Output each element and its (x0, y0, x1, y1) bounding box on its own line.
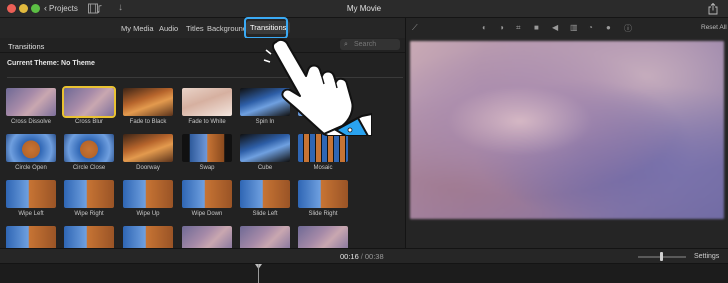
settings-button[interactable]: Settings (694, 253, 719, 260)
share-icon[interactable] (708, 3, 718, 15)
transition-label: Cube (257, 165, 273, 171)
transition-item[interactable]: Fade to White (182, 88, 232, 126)
transition-label: Slide Right (308, 211, 338, 217)
transition-label: Wipe Down (191, 211, 223, 217)
transition-item[interactable]: Doorway (123, 134, 173, 172)
transition-label: Fade to Black (129, 119, 167, 125)
transition-label: Slide Left (252, 211, 278, 217)
transition-item[interactable]: Circle Open (6, 134, 56, 172)
crop-icon[interactable]: ⌗ (516, 23, 521, 33)
transition-label: Circle Open (15, 165, 47, 171)
current-time: 00:16 (340, 252, 359, 261)
transition-thumbnail[interactable] (182, 88, 232, 116)
zoom-slider-knob[interactable] (660, 252, 663, 261)
stabilization-icon[interactable]: ■ (534, 23, 539, 32)
tab-titles[interactable]: Titles (186, 24, 204, 33)
transition-label: Doorway (136, 165, 160, 171)
transition-label: Wipe Left (18, 211, 44, 217)
transition-thumbnail[interactable] (123, 88, 173, 116)
transition-item[interactable]: Circle Close (64, 134, 114, 172)
total-time: 00:38 (364, 252, 384, 261)
timeline[interactable] (0, 264, 728, 283)
pointing-hand-icon (263, 38, 372, 136)
transition-item[interactable]: Wipe Right (64, 180, 114, 218)
tab-audio[interactable]: Audio (159, 24, 178, 33)
playhead[interactable] (258, 264, 259, 283)
transition-label: Wipe Right (74, 211, 104, 217)
transition-thumbnail[interactable] (62, 86, 116, 118)
tab-my-media[interactable]: My Media (121, 24, 154, 33)
transition-item[interactable]: Wipe Up (123, 180, 173, 218)
transition-label: Cross Blur (74, 119, 103, 125)
transition-item[interactable]: Cross Dissolve (6, 88, 56, 126)
browser-tab-bar: My Media Audio Titles Backgrounds Transi… (0, 18, 405, 38)
transition-thumbnail[interactable] (64, 134, 114, 162)
transition-thumbnail[interactable] (6, 134, 56, 162)
transition-thumbnail[interactable] (182, 134, 232, 162)
transition-thumbnail[interactable] (240, 134, 290, 162)
transition-thumbnail[interactable] (298, 134, 348, 162)
panel-title: Transitions (8, 42, 45, 51)
transition-label: Cross Dissolve (10, 119, 51, 125)
transition-item[interactable]: Slide Left (240, 180, 290, 218)
playback-bar: 00:16/00:38 Settings (0, 248, 728, 264)
transition-label: Swap (199, 165, 215, 171)
transition-thumbnail[interactable] (6, 88, 56, 116)
reset-all-button[interactable]: Reset All (701, 24, 727, 31)
transition-item[interactable]: Mosaic (298, 134, 348, 172)
transition-label: Fade to White (188, 119, 226, 125)
transition-thumbnail[interactable] (298, 180, 348, 208)
magic-wand-icon[interactable]: ⟋ (412, 23, 418, 33)
transition-item[interactable]: Fade to Black (123, 88, 173, 126)
volume-icon[interactable]: ◀ (552, 23, 558, 32)
info-icon[interactable]: ⓘ (624, 23, 632, 34)
time-separator: / (360, 252, 363, 261)
transition-label: Wipe Up (136, 211, 160, 217)
current-theme-label: Current Theme: No Theme (7, 60, 95, 67)
clip-filter-icon[interactable]: ● (606, 23, 611, 32)
transition-thumbnail[interactable] (123, 180, 173, 208)
title-bar: ‹ Projects ↓ My Movie (0, 0, 728, 18)
transition-thumbnail[interactable] (123, 134, 173, 162)
color-balance-icon[interactable]: ◐ (482, 23, 487, 32)
transition-item[interactable]: Swap (182, 134, 232, 172)
transition-item[interactable]: Wipe Left (6, 180, 56, 218)
video-preview (410, 41, 724, 219)
transition-item[interactable]: Cross Blur (62, 86, 116, 126)
transition-thumbnail[interactable] (182, 180, 232, 208)
timecode: 00:16/00:38 (340, 252, 384, 261)
transition-thumbnail[interactable] (64, 180, 114, 208)
transition-item[interactable]: Wipe Down (182, 180, 232, 218)
transition-item[interactable]: Slide Right (298, 180, 348, 218)
speed-icon[interactable]: ◔ (588, 23, 593, 32)
imovie-window: ‹ Projects ↓ My Movie My Media Audio Titl… (0, 0, 728, 283)
transition-label: Circle Close (72, 165, 106, 171)
transition-label: Mosaic (313, 165, 333, 171)
transition-thumbnail[interactable] (6, 180, 56, 208)
transition-item[interactable]: Cube (240, 134, 290, 172)
viewer-panel: ⟋ ◐ ◑ ⌗ ■ ◀ ▥ ◔ ● ⓘ Reset All (405, 18, 728, 248)
window-title: My Movie (346, 4, 382, 13)
noise-reduction-icon[interactable]: ▥ (570, 23, 578, 32)
color-correction-icon[interactable]: ◑ (499, 23, 504, 32)
transition-thumbnail[interactable] (240, 180, 290, 208)
